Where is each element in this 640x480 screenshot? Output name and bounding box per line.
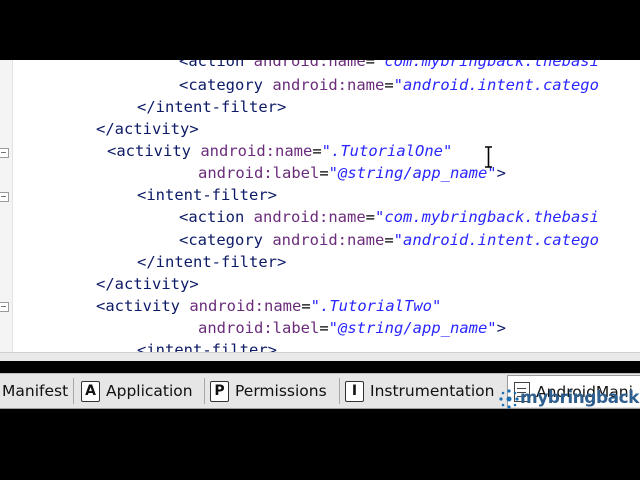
tab-label: Manifest bbox=[2, 382, 69, 400]
tab-divider bbox=[204, 378, 205, 404]
code-line: <intent-filter> bbox=[137, 341, 277, 352]
tab-label: Permissions bbox=[235, 382, 327, 400]
tab-label: Application bbox=[106, 382, 193, 400]
permissions-icon: P bbox=[210, 380, 229, 402]
fold-toggle-icon[interactable] bbox=[0, 302, 9, 312]
tab-manifest[interactable]: Manifest bbox=[2, 377, 68, 405]
tab-divider bbox=[73, 378, 74, 404]
fold-toggle-icon[interactable] bbox=[0, 192, 9, 202]
code-line: <action android:name="com.mybringback.th… bbox=[179, 60, 599, 70]
tab-instrumentation[interactable]: I Instrumentation bbox=[345, 377, 494, 405]
video-frame: <action android:name="com.mybringback.th… bbox=[0, 0, 640, 480]
editor-gutter bbox=[0, 60, 13, 352]
code-line: <activity android:name=".TutorialTwo" bbox=[96, 297, 442, 315]
code-line: android:label="@string/app_name"> bbox=[198, 319, 506, 337]
instrumentation-icon: I bbox=[345, 380, 364, 402]
code-line: <action android:name="com.mybringback.th… bbox=[179, 208, 599, 226]
horizontal-scrollbar[interactable] bbox=[0, 352, 640, 361]
code-line: <intent-filter> bbox=[137, 186, 277, 204]
tab-divider bbox=[339, 378, 340, 404]
code-line: <category android:name="android.intent.c… bbox=[179, 76, 599, 94]
text-cursor-icon bbox=[485, 146, 492, 168]
code-line: </intent-filter> bbox=[137, 253, 287, 271]
watermark-text: mybringback bbox=[520, 388, 639, 408]
tab-application[interactable]: A Application bbox=[81, 377, 193, 405]
code-line: </intent-filter> bbox=[137, 98, 287, 116]
xml-editor[interactable]: <action android:name="com.mybringback.th… bbox=[0, 60, 640, 352]
tab-label: Instrumentation bbox=[370, 382, 495, 400]
code-line: <category android:name="android.intent.c… bbox=[179, 231, 599, 249]
fold-toggle-icon[interactable] bbox=[0, 148, 9, 158]
code-line: <activity android:name=".TutorialOne" bbox=[107, 142, 453, 160]
code-line: </activity> bbox=[96, 275, 199, 293]
mybringback-logo-icon bbox=[499, 389, 519, 409]
application-icon: A bbox=[81, 380, 100, 402]
code-line: </activity> bbox=[96, 120, 199, 138]
tab-permissions[interactable]: P Permissions bbox=[210, 377, 327, 405]
watermark: mybringback bbox=[498, 386, 640, 412]
code-line: android:label="@string/app_name"> bbox=[198, 164, 506, 182]
